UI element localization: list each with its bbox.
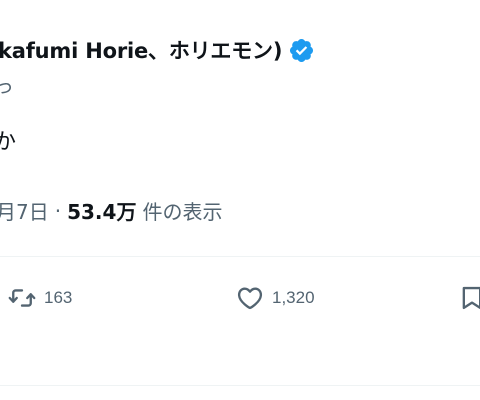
author-handle[interactable]: っ xyxy=(0,70,14,99)
like-count: 1,320 xyxy=(272,288,315,307)
divider xyxy=(0,385,480,386)
bookmark-button[interactable] xyxy=(458,282,480,314)
views-label: 件の表示 xyxy=(142,200,223,224)
tweet-text: か xyxy=(0,130,17,155)
retweet-count: 163 xyxy=(44,288,73,307)
retweet-button[interactable]: 163 xyxy=(8,282,72,314)
meta-separator: · xyxy=(54,198,62,223)
author-row[interactable]: kafumi Horie、ホリエモン) xyxy=(0,30,315,70)
views-count: 53.4万 xyxy=(67,200,137,224)
retweet-icon xyxy=(8,289,36,307)
bookmark-icon xyxy=(462,286,480,310)
tweet-meta: 月7日 · 53.4万 件の表示 xyxy=(0,196,222,225)
verified-badge-icon[interactable] xyxy=(288,37,315,64)
divider xyxy=(0,256,480,257)
like-button[interactable]: 1,320 xyxy=(236,282,315,314)
tweet-detail: kafumi Horie、ホリエモン) っ か 月7日 · 53.4万 件の表示… xyxy=(0,0,480,400)
heart-icon xyxy=(237,287,263,310)
tweet-date[interactable]: 月7日 xyxy=(0,196,49,225)
author-display-name[interactable]: kafumi Horie、ホリエモン) xyxy=(0,35,282,65)
